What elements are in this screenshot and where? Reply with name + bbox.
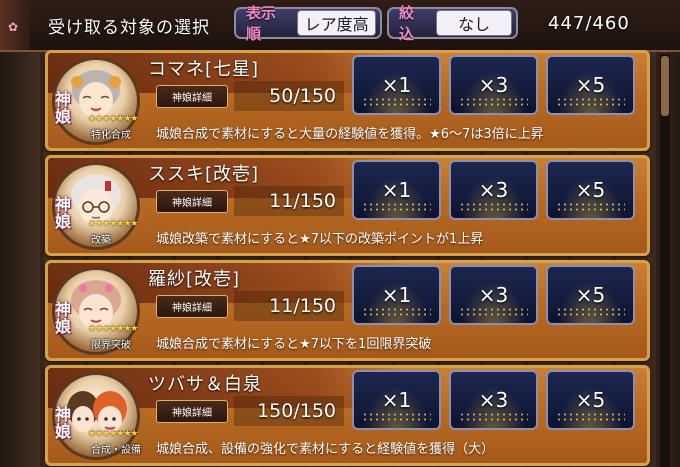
rarity-stars: ★★★★★★★: [88, 219, 138, 229]
category-tag: 合成・設備: [91, 445, 141, 456]
receive-x3-button[interactable]: ×3: [449, 265, 538, 325]
card-description: 城娘合成、設備の強化で素材にすると経験値を獲得（大）: [156, 442, 495, 457]
material-card: 神娘 ★★★★★★★ 合成・設備 ツバサ＆白泉 神娘詳細 150/150 ×1 …: [45, 365, 650, 466]
item-count: 447/460: [548, 13, 630, 34]
sakura-icon: ✿: [8, 20, 19, 34]
filter-label: 絞込: [399, 4, 415, 43]
shin-musume-badge: 神娘: [54, 405, 71, 441]
rarity-stars: ★★★★★★★: [88, 114, 138, 124]
card-description: 城娘改築で素材にすると★7以下の改築ポイントが1上昇: [156, 232, 484, 247]
stock-count: 50/150: [234, 81, 344, 111]
category-tag: 限界突破: [91, 340, 131, 351]
receive-x5-button[interactable]: ×5: [546, 370, 635, 430]
character-name: 羅紗[改壱]: [148, 269, 241, 290]
detail-button[interactable]: 神娘詳細: [156, 190, 228, 213]
receive-x3-button[interactable]: ×3: [449, 160, 538, 220]
receive-x5-button[interactable]: ×5: [546, 265, 635, 325]
detail-button[interactable]: 神娘詳細: [156, 400, 228, 423]
receive-x1-button[interactable]: ×1: [352, 160, 441, 220]
receive-x1-button[interactable]: ×1: [352, 55, 441, 115]
material-card: 神娘 ★★★★★★★ 限界突破 羅紗[改壱] 神娘詳細 11/150 ×1 ×3…: [45, 260, 650, 361]
category-tag: 改築: [91, 235, 111, 246]
scrollbar-thumb[interactable]: [661, 56, 669, 116]
rarity-stars: ★★★★★★★: [88, 324, 138, 334]
category-tag: 特化合成: [91, 130, 131, 141]
receive-x5-button[interactable]: ×5: [546, 160, 635, 220]
card-description: 城娘合成で素材にすると★7以下を1回限界突破: [156, 337, 432, 352]
filter-selector[interactable]: 絞込 なし: [387, 4, 518, 43]
detail-button[interactable]: 神娘詳細: [156, 85, 228, 108]
character-name: ツバサ＆白泉: [148, 374, 262, 395]
receive-x1-button[interactable]: ×1: [352, 265, 441, 325]
shin-musume-badge: 神娘: [54, 300, 71, 336]
stock-count: 11/150: [234, 186, 344, 216]
detail-button[interactable]: 神娘詳細: [156, 295, 228, 318]
sort-selector[interactable]: 表示順 レア度高: [234, 4, 382, 43]
receive-x1-button[interactable]: ×1: [352, 370, 441, 430]
receive-x5-button[interactable]: ×5: [546, 55, 635, 115]
receive-x3-button[interactable]: ×3: [449, 370, 538, 430]
rarity-stars: ★★★★★★★: [88, 429, 138, 439]
filter-value[interactable]: なし: [436, 10, 512, 36]
character-name: ススキ[改壱]: [148, 164, 260, 185]
sort-label: 表示順: [246, 4, 277, 43]
character-name: コマネ[七星]: [148, 59, 260, 80]
shin-musume-badge: 神娘: [54, 195, 71, 231]
header-bar: ✿ 受け取る対象の選択 表示順 レア度高 絞込 なし 447/460: [0, 0, 680, 52]
card-description: 城娘合成で素材にすると大量の経験値を獲得。★6～7は3倍に上昇: [156, 127, 544, 142]
stock-count: 11/150: [234, 291, 344, 321]
material-card: 神娘 ★★★★★★★ 改築 ススキ[改壱] 神娘詳細 11/150 ×1 ×3 …: [45, 155, 650, 256]
page-title: 受け取る対象の選択: [48, 18, 210, 38]
sort-value[interactable]: レア度高: [297, 10, 376, 36]
receive-x3-button[interactable]: ×3: [449, 55, 538, 115]
material-card: 神娘 ★★★★★★★ 特化合成 コマネ[七星] 神娘詳細 50/150 ×1 ×…: [45, 50, 650, 151]
stock-count: 150/150: [234, 396, 344, 426]
shin-musume-badge: 神娘: [54, 90, 71, 126]
